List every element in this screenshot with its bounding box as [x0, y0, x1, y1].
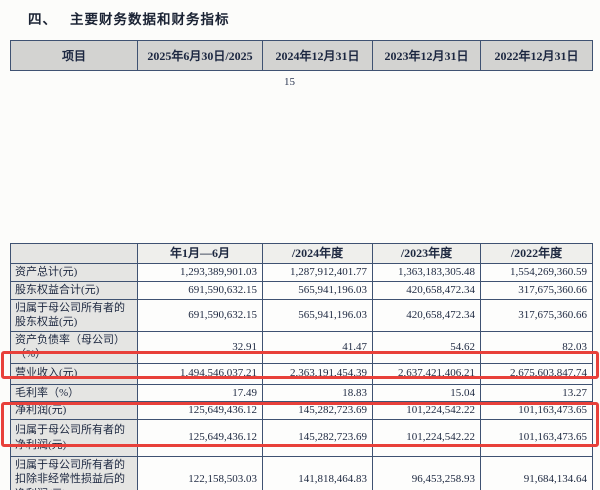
cell-value: 145,282,723.69 — [263, 402, 373, 420]
cell-value: 101,163,473.65 — [481, 402, 593, 420]
cell-value: 565,941,196.03 — [263, 299, 373, 331]
row-label: 毛利率（%） — [11, 384, 138, 402]
cell-value: 317,675,360.66 — [481, 299, 593, 331]
cell-value: 1,494,546,037.21 — [138, 363, 263, 384]
table1-header-item: 项目 — [11, 41, 138, 71]
page-title: 主要财务数据和财务指标 — [70, 8, 230, 28]
cell-value: 91,684,134.64 — [481, 456, 593, 490]
cell-value: 18.83 — [263, 384, 373, 402]
cell-value: 101,163,473.65 — [481, 419, 593, 456]
cell-value: 2,363,191,454.39 — [263, 363, 373, 384]
cell-value: 420,658,472.34 — [373, 299, 481, 331]
row-label: 股东权益合计(元) — [11, 282, 138, 300]
financial-table-page2: 年1月—6月 /2024年度 /2023年度 /2022年度 资产总计(元) 1… — [10, 243, 593, 490]
cell-value: 41.47 — [263, 331, 373, 363]
row-label: 营业收入(元) — [11, 363, 138, 384]
row-label: 资产负债率（母公司）（%） — [11, 331, 138, 363]
cell-value: 317,675,360.66 — [481, 282, 593, 300]
cell-value: 82.03 — [481, 331, 593, 363]
table2-header-h3: /2023年度 — [373, 244, 481, 264]
cell-value: 125,649,436.12 — [138, 402, 263, 420]
table2-header-h4: /2022年度 — [481, 244, 593, 264]
cell-value: 122,158,503.03 — [138, 456, 263, 490]
cell-value: 96,453,258.93 — [373, 456, 481, 490]
cell-value: 1,287,912,401.77 — [263, 264, 373, 282]
row-label: 净利润(元) — [11, 402, 138, 420]
table1-header-2025: 2025年6月30日/2025 — [138, 41, 263, 71]
cell-value: 17.49 — [138, 384, 263, 402]
section-title: 四、 主要财务数据和财务指标 — [28, 8, 230, 28]
cell-value: 691,590,632.15 — [138, 282, 263, 300]
table-row-revenue: 营业收入(元) 1,494,546,037.21 2,363,191,454.3… — [11, 363, 593, 384]
table-row-debt-ratio: 资产负债率（母公司）（%） 32.91 41.47 54.62 82.03 — [11, 331, 593, 363]
table1-header-2022: 2022年12月31日 — [481, 41, 593, 71]
table2-header-row: 年1月—6月 /2024年度 /2023年度 /2022年度 — [11, 244, 593, 264]
table2-header-h2: /2024年度 — [263, 244, 373, 264]
document-page: 四、 主要财务数据和财务指标 项目 2025年6月30日/2025 2024年1… — [0, 0, 600, 490]
row-label: 资产总计(元) — [11, 264, 138, 282]
table2-header-empty — [11, 244, 138, 264]
table-row-parent-net-profit: 归属于母公司所有者的净利润(元) 125,649,436.12 145,282,… — [11, 419, 593, 456]
table-row-net-profit: 净利润(元) 125,649,436.12 145,282,723.69 101… — [11, 402, 593, 420]
table1-header-2023: 2023年12月31日 — [373, 41, 481, 71]
cell-value: 1,293,389,901.03 — [138, 264, 263, 282]
cell-value: 691,590,632.15 — [138, 299, 263, 331]
cell-value: 54.62 — [373, 331, 481, 363]
cell-value: 141,818,464.83 — [263, 456, 373, 490]
table-row-deducted-net-profit: 归属于母公司所有者的扣除非经常性损益后的净利润(元) 122,158,503.0… — [11, 456, 593, 490]
cell-value: 32.91 — [138, 331, 263, 363]
cell-value: 15.04 — [373, 384, 481, 402]
table-row-total-equity: 股东权益合计(元) 691,590,632.15 565,941,196.03 … — [11, 282, 593, 300]
row-label: 归属于母公司所有者的股东权益(元) — [11, 299, 138, 331]
cell-value: 125,649,436.12 — [138, 419, 263, 456]
cell-value: 145,282,723.69 — [263, 419, 373, 456]
cell-value: 1,363,183,305.48 — [373, 264, 481, 282]
table-row-gross-margin: 毛利率（%） 17.49 18.83 15.04 13.27 — [11, 384, 593, 402]
table-row-parent-equity: 归属于母公司所有者的股东权益(元) 691,590,632.15 565,941… — [11, 299, 593, 331]
table-row-total-assets: 资产总计(元) 1,293,389,901.03 1,287,912,401.7… — [11, 264, 593, 282]
cell-value: 2,675,603,847.74 — [481, 363, 593, 384]
table1-header-row: 项目 2025年6月30日/2025 2024年12月31日 2023年12月3… — [11, 41, 593, 71]
cell-value: 420,658,472.34 — [373, 282, 481, 300]
cell-value: 101,224,542.22 — [373, 402, 481, 420]
cell-value: 1,554,269,360.59 — [481, 264, 593, 282]
table1-header-2024: 2024年12月31日 — [263, 41, 373, 71]
page-number: 15 — [284, 76, 295, 88]
section-number: 四、 — [28, 8, 57, 28]
row-label: 归属于母公司所有者的净利润(元) — [11, 419, 138, 456]
cell-value: 13.27 — [481, 384, 593, 402]
cell-value: 2,637,421,406.21 — [373, 363, 481, 384]
cell-value: 565,941,196.03 — [263, 282, 373, 300]
financial-table-header-page1: 项目 2025年6月30日/2025 2024年12月31日 2023年12月3… — [10, 40, 593, 71]
row-label: 归属于母公司所有者的扣除非经常性损益后的净利润(元) — [11, 456, 138, 490]
cell-value: 101,224,542.22 — [373, 419, 481, 456]
table2-header-h1: 年1月—6月 — [138, 244, 263, 264]
